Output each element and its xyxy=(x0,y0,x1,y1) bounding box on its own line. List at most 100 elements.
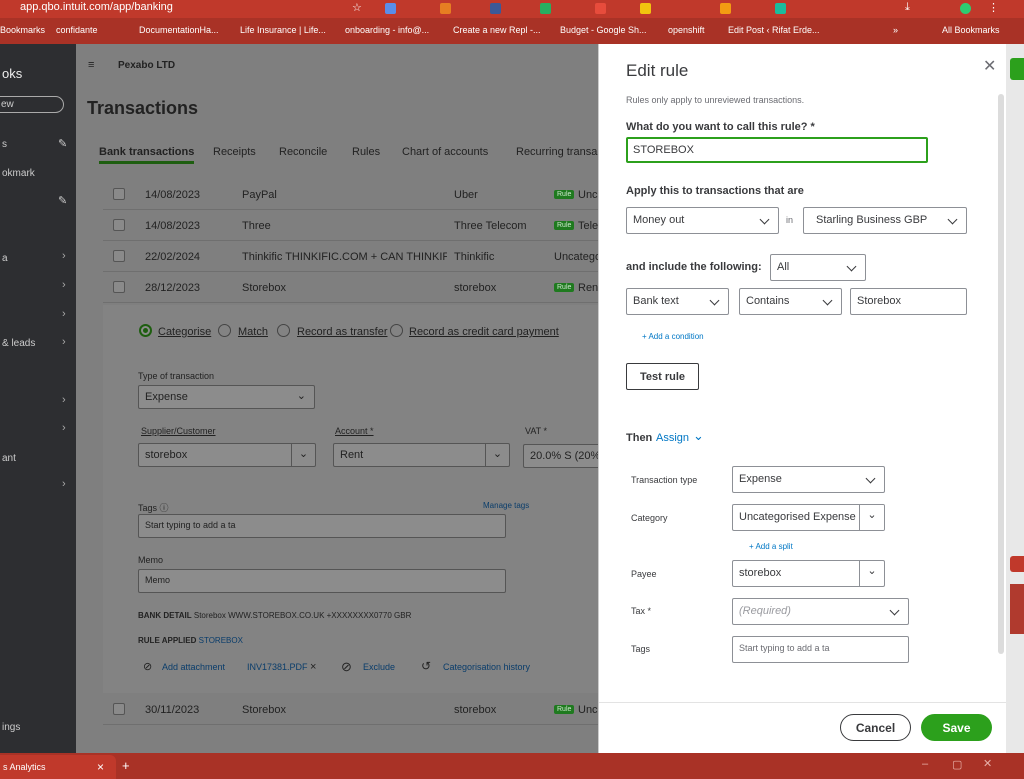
tags-input[interactable]: Start typing to add a ta xyxy=(138,514,506,538)
manage-tags-link[interactable]: Manage tags xyxy=(483,501,529,510)
row-checkbox[interactable] xyxy=(113,703,125,715)
tab-rules[interactable]: Rules xyxy=(352,146,380,158)
radio-credit-card[interactable] xyxy=(390,324,403,337)
exclude-link[interactable]: Exclude xyxy=(363,662,395,672)
panel-scrollbar[interactable] xyxy=(998,94,1004,654)
download-icon[interactable]: ⤓ xyxy=(905,1,910,14)
edit-icon[interactable]: ✎ xyxy=(58,137,67,150)
condition-field-select[interactable]: Bank text xyxy=(626,288,729,315)
nav-item-settings[interactable]: ings xyxy=(2,722,20,733)
vat-select[interactable]: 20.0% S (20% xyxy=(523,444,603,468)
chevron-right-icon[interactable]: › xyxy=(62,336,66,348)
chevron-down-icon[interactable]: ⌄ xyxy=(859,505,884,530)
row-checkbox[interactable] xyxy=(113,250,125,262)
bookmark-item[interactable]: onboarding - info@... xyxy=(345,25,429,35)
money-direction-select[interactable]: Money out xyxy=(626,207,779,234)
nav-item[interactable]: ant xyxy=(2,453,16,464)
new-tab-icon[interactable]: + xyxy=(122,758,130,773)
tab-bank-transactions[interactable]: Bank transactions xyxy=(99,146,195,164)
transaction-type-select[interactable]: Expense xyxy=(732,466,885,493)
extension-icon[interactable] xyxy=(490,3,501,14)
bookmark-item[interactable]: Edit Post ‹ Rifat Erde... xyxy=(728,25,820,35)
row-checkbox[interactable] xyxy=(113,219,125,231)
nav-item[interactable]: & leads xyxy=(2,338,35,349)
add-condition-link[interactable]: + Add a condition xyxy=(642,332,704,341)
maximize-icon[interactable]: ▢ xyxy=(952,758,962,771)
close-icon[interactable]: × xyxy=(97,760,104,774)
tab-chart-of-accounts[interactable]: Chart of accounts xyxy=(402,146,488,158)
url-bar[interactable]: app.qbo.intuit.com/app/banking xyxy=(20,1,173,13)
radio-transfer[interactable] xyxy=(277,324,290,337)
condition-value-input[interactable]: Storebox xyxy=(850,288,967,315)
row-checkbox[interactable] xyxy=(113,188,125,200)
chevron-right-icon[interactable]: › xyxy=(62,250,66,262)
chevron-down-icon[interactable]: ⌄ xyxy=(693,428,704,444)
bookmark-item[interactable]: Budget - Google Sh... xyxy=(560,25,647,35)
table-row[interactable]: 30/11/2023 Storebox storebox Rule Unca xyxy=(103,695,623,725)
collapse-nav-icon[interactable]: ≡ xyxy=(88,59,94,71)
tax-select[interactable]: (Required) xyxy=(732,598,909,625)
radio-match[interactable] xyxy=(218,324,231,337)
add-split-link[interactable]: + Add a split xyxy=(749,542,793,551)
condition-operator-select[interactable]: Contains xyxy=(739,288,842,315)
extension-icon[interactable] xyxy=(775,3,786,14)
tab-receipts[interactable]: Receipts xyxy=(213,146,256,158)
tab-reconcile[interactable]: Reconcile xyxy=(279,146,327,158)
bookmark-item[interactable]: openshift xyxy=(668,25,705,35)
nav-item[interactable]: okmark xyxy=(2,168,35,179)
chevron-right-icon[interactable]: » xyxy=(893,25,898,35)
side-panel-tab[interactable] xyxy=(1010,58,1024,80)
chevron-right-icon[interactable]: › xyxy=(62,308,66,320)
bookmark-item[interactable]: Bookmarks xyxy=(0,25,45,35)
table-row[interactable]: 22/02/2024 Thinkific THINKIFIC.COM + CAN… xyxy=(103,242,623,272)
extension-icon[interactable] xyxy=(640,3,651,14)
extension-icon[interactable] xyxy=(440,3,451,14)
payee-select[interactable]: storebox ⌄ xyxy=(732,560,885,587)
cancel-button[interactable]: Cancel xyxy=(840,714,911,741)
minimize-icon[interactable]: – xyxy=(922,758,928,770)
supplier-select[interactable]: storebox ⌄ xyxy=(138,443,316,467)
chevron-right-icon[interactable]: › xyxy=(62,279,66,291)
bookmark-item[interactable]: DocumentationHa... xyxy=(139,25,219,35)
category-select[interactable]: Uncategorised Expense ⌄ xyxy=(732,504,885,531)
rule-applied-link[interactable]: STOREBOX xyxy=(199,636,243,645)
menu-icon[interactable]: ⋮ xyxy=(988,1,999,14)
row-checkbox[interactable] xyxy=(113,281,125,293)
attachment-file[interactable]: INV17381.PDF xyxy=(247,662,308,672)
bank-account-select[interactable]: Starling Business GBP xyxy=(803,207,967,234)
tags-input[interactable]: Start typing to add a ta xyxy=(732,636,909,663)
history-link[interactable]: Categorisation history xyxy=(443,662,530,672)
radio-label[interactable]: Record as credit card payment xyxy=(409,326,559,338)
close-icon[interactable]: ✕ xyxy=(983,56,996,76)
nav-item[interactable]: a xyxy=(2,253,8,264)
table-row[interactable]: 14/08/2023 PayPal Uber Rule Unca xyxy=(103,180,623,210)
radio-label[interactable]: Match xyxy=(238,326,268,338)
close-window-icon[interactable]: ✕ xyxy=(983,757,992,770)
tab-recurring[interactable]: Recurring transa xyxy=(516,146,597,158)
radio-categorise[interactable] xyxy=(139,324,152,337)
radio-label[interactable]: Categorise xyxy=(158,326,211,338)
side-panel-tab[interactable] xyxy=(1010,556,1024,572)
new-button[interactable]: ew xyxy=(0,96,64,113)
extension-icon[interactable] xyxy=(385,3,396,14)
profile-avatar[interactable] xyxy=(960,3,971,14)
extension-icon[interactable] xyxy=(595,3,606,14)
star-icon[interactable]: ☆ xyxy=(352,1,362,14)
nav-item[interactable]: s xyxy=(2,139,7,150)
account-select[interactable]: Rent ⌄ xyxy=(333,443,510,467)
type-select[interactable]: Expense ⌄ xyxy=(138,385,315,409)
edit-icon[interactable]: ✎ xyxy=(58,194,67,207)
bookmark-item[interactable]: Life Insurance | Life... xyxy=(240,25,326,35)
extension-icon[interactable] xyxy=(540,3,551,14)
chevron-right-icon[interactable]: › xyxy=(62,422,66,434)
browser-tab[interactable]: s Analytics × xyxy=(0,755,116,779)
table-row[interactable]: 28/12/2023 Storebox storebox Rule Rent xyxy=(103,273,623,303)
bookmark-item[interactable]: Create a new Repl -... xyxy=(453,25,541,35)
all-bookmarks[interactable]: All Bookmarks xyxy=(942,25,1000,35)
chevron-right-icon[interactable]: › xyxy=(62,478,66,490)
rule-name-input[interactable]: STOREBOX xyxy=(626,137,928,163)
add-attachment-link[interactable]: Add attachment xyxy=(162,662,225,672)
close-icon[interactable]: × xyxy=(310,661,316,673)
include-select[interactable]: All xyxy=(770,254,866,281)
chevron-right-icon[interactable]: › xyxy=(62,394,66,406)
